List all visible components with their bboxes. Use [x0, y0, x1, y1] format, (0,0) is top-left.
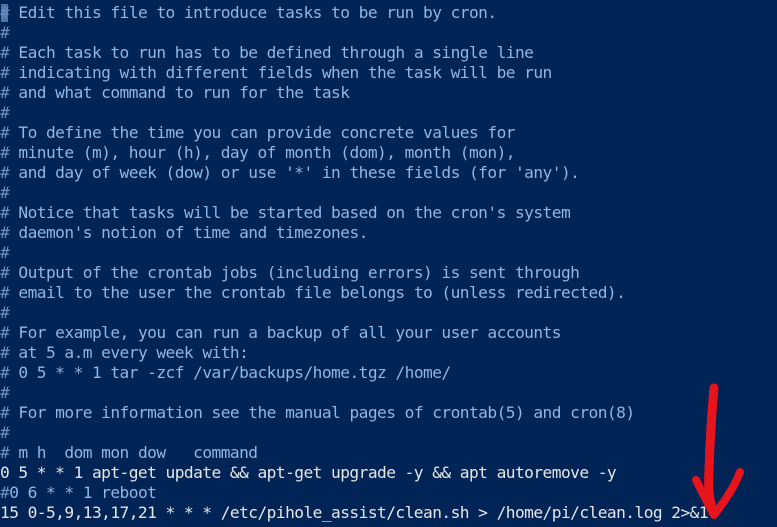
comment-marker: # — [0, 263, 10, 282]
comment-line: # — [0, 303, 10, 323]
comment-line: # Each task to run has to be defined thr… — [0, 43, 534, 63]
comment-marker: # — [0, 243, 10, 262]
comment-marker: # — [0, 483, 10, 502]
comment-text: and day of week (dow) or use '*' in thes… — [9, 163, 580, 182]
comment-text: For more information see the manual page… — [9, 403, 635, 422]
comment-line: # and what command to run for the task — [0, 83, 350, 103]
comment-line: # daemon's notion of time and timezones. — [0, 223, 368, 243]
comment-text: Notice that tasks will be started based … — [9, 203, 571, 222]
comment-marker: # — [0, 363, 10, 382]
cron-job-line: 0 5 * * 1 apt-get update && apt-get upgr… — [0, 463, 617, 483]
comment-line: # Edit this file to introduce tasks to b… — [0, 3, 497, 23]
comment-marker: # — [0, 423, 10, 442]
comment-line: # For more information see the manual pa… — [0, 403, 635, 423]
comment-text: and what command to run for the task — [9, 83, 350, 102]
comment-marker: # — [0, 443, 10, 462]
comment-marker: # — [0, 283, 10, 302]
comment-line: # — [0, 383, 10, 403]
comment-text: For example, you can run a backup of all… — [9, 323, 561, 342]
comment-line: # — [0, 103, 10, 123]
comment-line: # email to the user the crontab file bel… — [0, 283, 626, 303]
comment-line: # — [0, 23, 10, 43]
comment-marker: # — [0, 123, 10, 142]
comment-marker: # — [0, 63, 10, 82]
comment-marker: # — [0, 3, 10, 22]
comment-marker: # — [0, 303, 10, 322]
comment-text: To define the time you can provide concr… — [9, 123, 515, 142]
comment-marker: # — [0, 343, 10, 362]
comment-line: # m h dom mon dow command — [0, 443, 258, 463]
cron-job-text: 0 5 * * 1 apt-get update && apt-get upgr… — [0, 463, 617, 482]
comment-marker: # — [0, 223, 10, 242]
comment-line: # minute (m), hour (h), day of month (do… — [0, 143, 516, 163]
comment-text: minute (m), hour (h), day of month (dom)… — [9, 143, 515, 162]
comment-text: daemon's notion of time and timezones. — [9, 223, 368, 242]
comment-text: indicating with different fields when th… — [9, 63, 552, 82]
comment-marker: # — [0, 43, 10, 62]
comment-marker: # — [0, 23, 10, 42]
comment-text: Edit this file to introduce tasks to be … — [9, 3, 497, 22]
comment-line: # — [0, 243, 10, 263]
comment-marker: # — [0, 203, 10, 222]
comment-line: # at 5 a.m every week with: — [0, 343, 249, 363]
comment-marker: # — [0, 183, 10, 202]
comment-marker: # — [0, 103, 10, 122]
comment-text: at 5 a.m every week with: — [9, 343, 249, 362]
comment-line: # — [0, 183, 10, 203]
cron-job-text: 15 0-5,9,13,17,21 * * * /etc/pihole_assi… — [0, 503, 709, 522]
comment-marker: # — [0, 383, 10, 402]
comment-marker: # — [0, 163, 10, 182]
comment-line: # — [0, 423, 10, 443]
comment-line: #0 6 * * 1 reboot — [0, 483, 157, 503]
comment-line: # To define the time you can provide con… — [0, 123, 516, 143]
comment-text: 0 5 * * 1 tar -zcf /var/backups/home.tgz… — [9, 363, 451, 382]
comment-text: email to the user the crontab file belon… — [9, 283, 626, 302]
comment-line: # Output of the crontab jobs (including … — [0, 263, 580, 283]
comment-text: 0 6 * * 1 reboot — [9, 483, 157, 502]
comment-line: # 0 5 * * 1 tar -zcf /var/backups/home.t… — [0, 363, 451, 383]
comment-marker: # — [0, 323, 10, 342]
comment-text: Output of the crontab jobs (including er… — [9, 263, 580, 282]
comment-marker: # — [0, 143, 10, 162]
terminal-window[interactable]: # Edit this file to introduce tasks to b… — [0, 0, 777, 527]
comment-line: # For example, you can run a backup of a… — [0, 323, 562, 343]
comment-marker: # — [0, 403, 10, 422]
cron-job-line: 15 0-5,9,13,17,21 * * * /etc/pihole_assi… — [0, 503, 709, 523]
comment-line: # and day of week (dow) or use '*' in th… — [0, 163, 580, 183]
comment-text: m h dom mon dow command — [9, 443, 258, 462]
arrow-shaft — [704, 383, 719, 513]
comment-text: Each task to run has to be defined throu… — [9, 43, 534, 62]
comment-line: # Notice that tasks will be started base… — [0, 203, 571, 223]
comment-line: # indicating with different fields when … — [0, 63, 552, 83]
comment-marker: # — [0, 83, 10, 102]
